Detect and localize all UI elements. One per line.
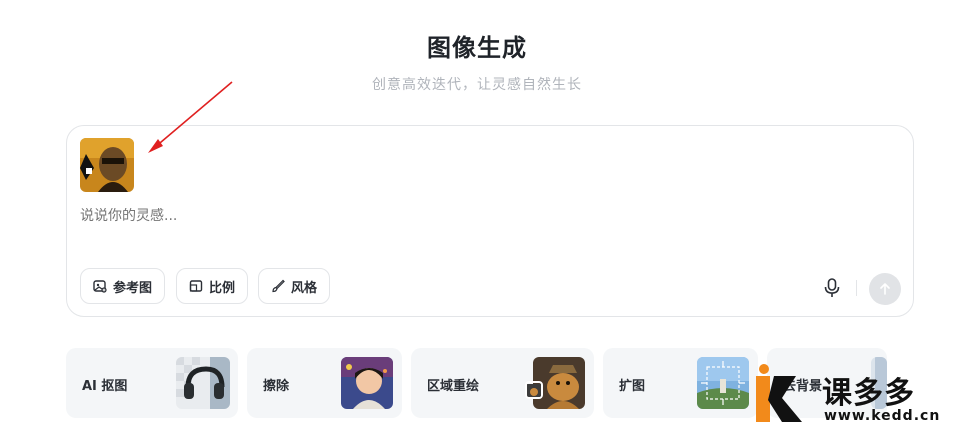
page-title: 图像生成 bbox=[427, 34, 527, 62]
arrow-up-icon bbox=[880, 283, 890, 295]
tool-image-outpaint bbox=[697, 357, 749, 409]
microphone-icon bbox=[824, 278, 840, 297]
reference-image-thumbnail[interactable] bbox=[80, 138, 134, 192]
aspect-ratio-button[interactable]: 比例 bbox=[176, 268, 249, 304]
send-button[interactable] bbox=[869, 273, 901, 305]
tool-card-region-redraw[interactable]: 区域重绘 bbox=[411, 348, 594, 418]
brush-icon bbox=[272, 279, 285, 293]
tool-label-erase: 擦除 bbox=[263, 379, 290, 394]
tool-card-erase[interactable]: 擦除 bbox=[247, 348, 402, 418]
style-button[interactable]: 风格 bbox=[258, 268, 331, 304]
brand-mark-icon bbox=[756, 364, 802, 422]
aspect-ratio-icon bbox=[189, 280, 203, 292]
page-subtitle: 创意高效迭代，让灵感自然生长 bbox=[372, 77, 582, 93]
image-add-icon bbox=[93, 280, 107, 293]
reference-image-button[interactable]: 参考图 bbox=[80, 268, 166, 304]
tool-card-outpaint[interactable]: 扩图 bbox=[603, 348, 758, 418]
watermark-name: 课多多 bbox=[822, 376, 915, 411]
toolbar-divider bbox=[856, 280, 857, 296]
style-label: 风格 bbox=[291, 280, 318, 296]
tool-card-ai-cutout[interactable]: AI 抠图 bbox=[66, 348, 238, 418]
reference-image-label: 参考图 bbox=[113, 280, 153, 296]
tool-image-region-redraw-inset bbox=[525, 381, 543, 399]
prompt-composer: 参考图 比例 风格 bbox=[66, 125, 914, 317]
tool-label-region-redraw: 区域重绘 bbox=[427, 379, 480, 394]
prompt-input[interactable] bbox=[80, 208, 780, 224]
watermark-logo: 课多多 www.kedd.cn bbox=[752, 362, 952, 428]
aspect-ratio-label: 比例 bbox=[209, 280, 236, 296]
watermark-url: www.kedd.cn bbox=[824, 408, 941, 424]
tool-label-outpaint: 扩图 bbox=[619, 379, 646, 394]
tool-label-ai-cutout: AI 抠图 bbox=[82, 379, 128, 394]
tool-image-ai-cutout bbox=[176, 357, 230, 409]
tool-image-erase bbox=[341, 357, 393, 409]
microphone-button[interactable] bbox=[822, 277, 842, 299]
